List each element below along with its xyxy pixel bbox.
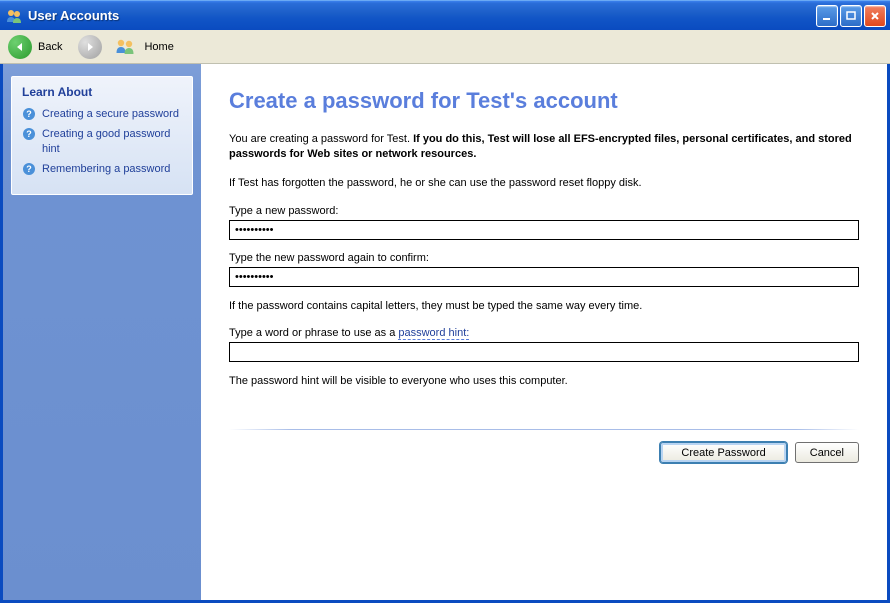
learn-about-panel: Learn About ? Creating a secure password… — [11, 76, 193, 195]
sidebar-item-label: Remembering a password — [42, 162, 170, 176]
svg-text:?: ? — [26, 129, 32, 139]
close-icon — [870, 11, 880, 21]
sidebar-item-label: Creating a good password hint — [42, 127, 182, 156]
help-icon: ? — [22, 127, 36, 141]
sidebar-item-password-hint[interactable]: ? Creating a good password hint — [22, 127, 182, 156]
close-button[interactable] — [864, 5, 886, 27]
minimize-icon — [822, 11, 832, 21]
cancel-button[interactable]: Cancel — [795, 442, 859, 463]
intro-text: You are creating a password for Test. — [229, 133, 413, 145]
confirm-password-input[interactable] — [229, 267, 859, 287]
home-label[interactable]: Home — [144, 41, 173, 53]
hint-label: Type a word or phrase to use as a passwo… — [229, 327, 859, 339]
new-password-input[interactable] — [229, 220, 859, 240]
window-title: User Accounts — [28, 8, 119, 23]
caps-note: If the password contains capital letters… — [229, 299, 859, 314]
back-label: Back — [38, 41, 62, 53]
sidebar: Learn About ? Creating a secure password… — [3, 64, 201, 600]
minimize-button[interactable] — [816, 5, 838, 27]
forward-arrow-icon — [83, 40, 97, 54]
hint-input[interactable] — [229, 342, 859, 362]
svg-text:?: ? — [26, 164, 32, 174]
learn-about-title: Learn About — [22, 85, 182, 99]
back-arrow-icon — [13, 40, 27, 54]
password-hint-link[interactable]: password hint: — [398, 327, 469, 340]
maximize-icon — [846, 11, 856, 21]
button-row: Create Password Cancel — [229, 442, 859, 463]
user-accounts-icon — [5, 7, 23, 25]
intro-paragraph: You are creating a password for Test. If… — [229, 132, 859, 162]
forgot-paragraph: If Test has forgotten the password, he o… — [229, 176, 859, 191]
svg-text:?: ? — [26, 109, 32, 119]
main-content: Create a password for Test's account You… — [201, 64, 887, 600]
hint-visible-note: The password hint will be visible to eve… — [229, 374, 859, 389]
maximize-button[interactable] — [840, 5, 862, 27]
page-heading: Create a password for Test's account — [229, 88, 859, 114]
create-password-button[interactable]: Create Password — [660, 442, 786, 463]
back-button[interactable] — [8, 35, 32, 59]
sidebar-item-label: Creating a secure password — [42, 107, 179, 121]
divider — [229, 429, 859, 430]
sidebar-item-secure-password[interactable]: ? Creating a secure password — [22, 107, 182, 121]
confirm-password-label: Type the new password again to confirm: — [229, 252, 859, 264]
hint-label-text: Type a word or phrase to use as a — [229, 327, 398, 339]
titlebar: User Accounts — [0, 0, 890, 30]
home-icon[interactable] — [114, 36, 136, 58]
help-icon: ? — [22, 107, 36, 121]
new-password-label: Type a new password: — [229, 205, 859, 217]
help-icon: ? — [22, 162, 36, 176]
sidebar-item-remember-password[interactable]: ? Remembering a password — [22, 162, 182, 176]
forward-button[interactable] — [78, 35, 102, 59]
toolbar: Back Home — [0, 30, 890, 64]
